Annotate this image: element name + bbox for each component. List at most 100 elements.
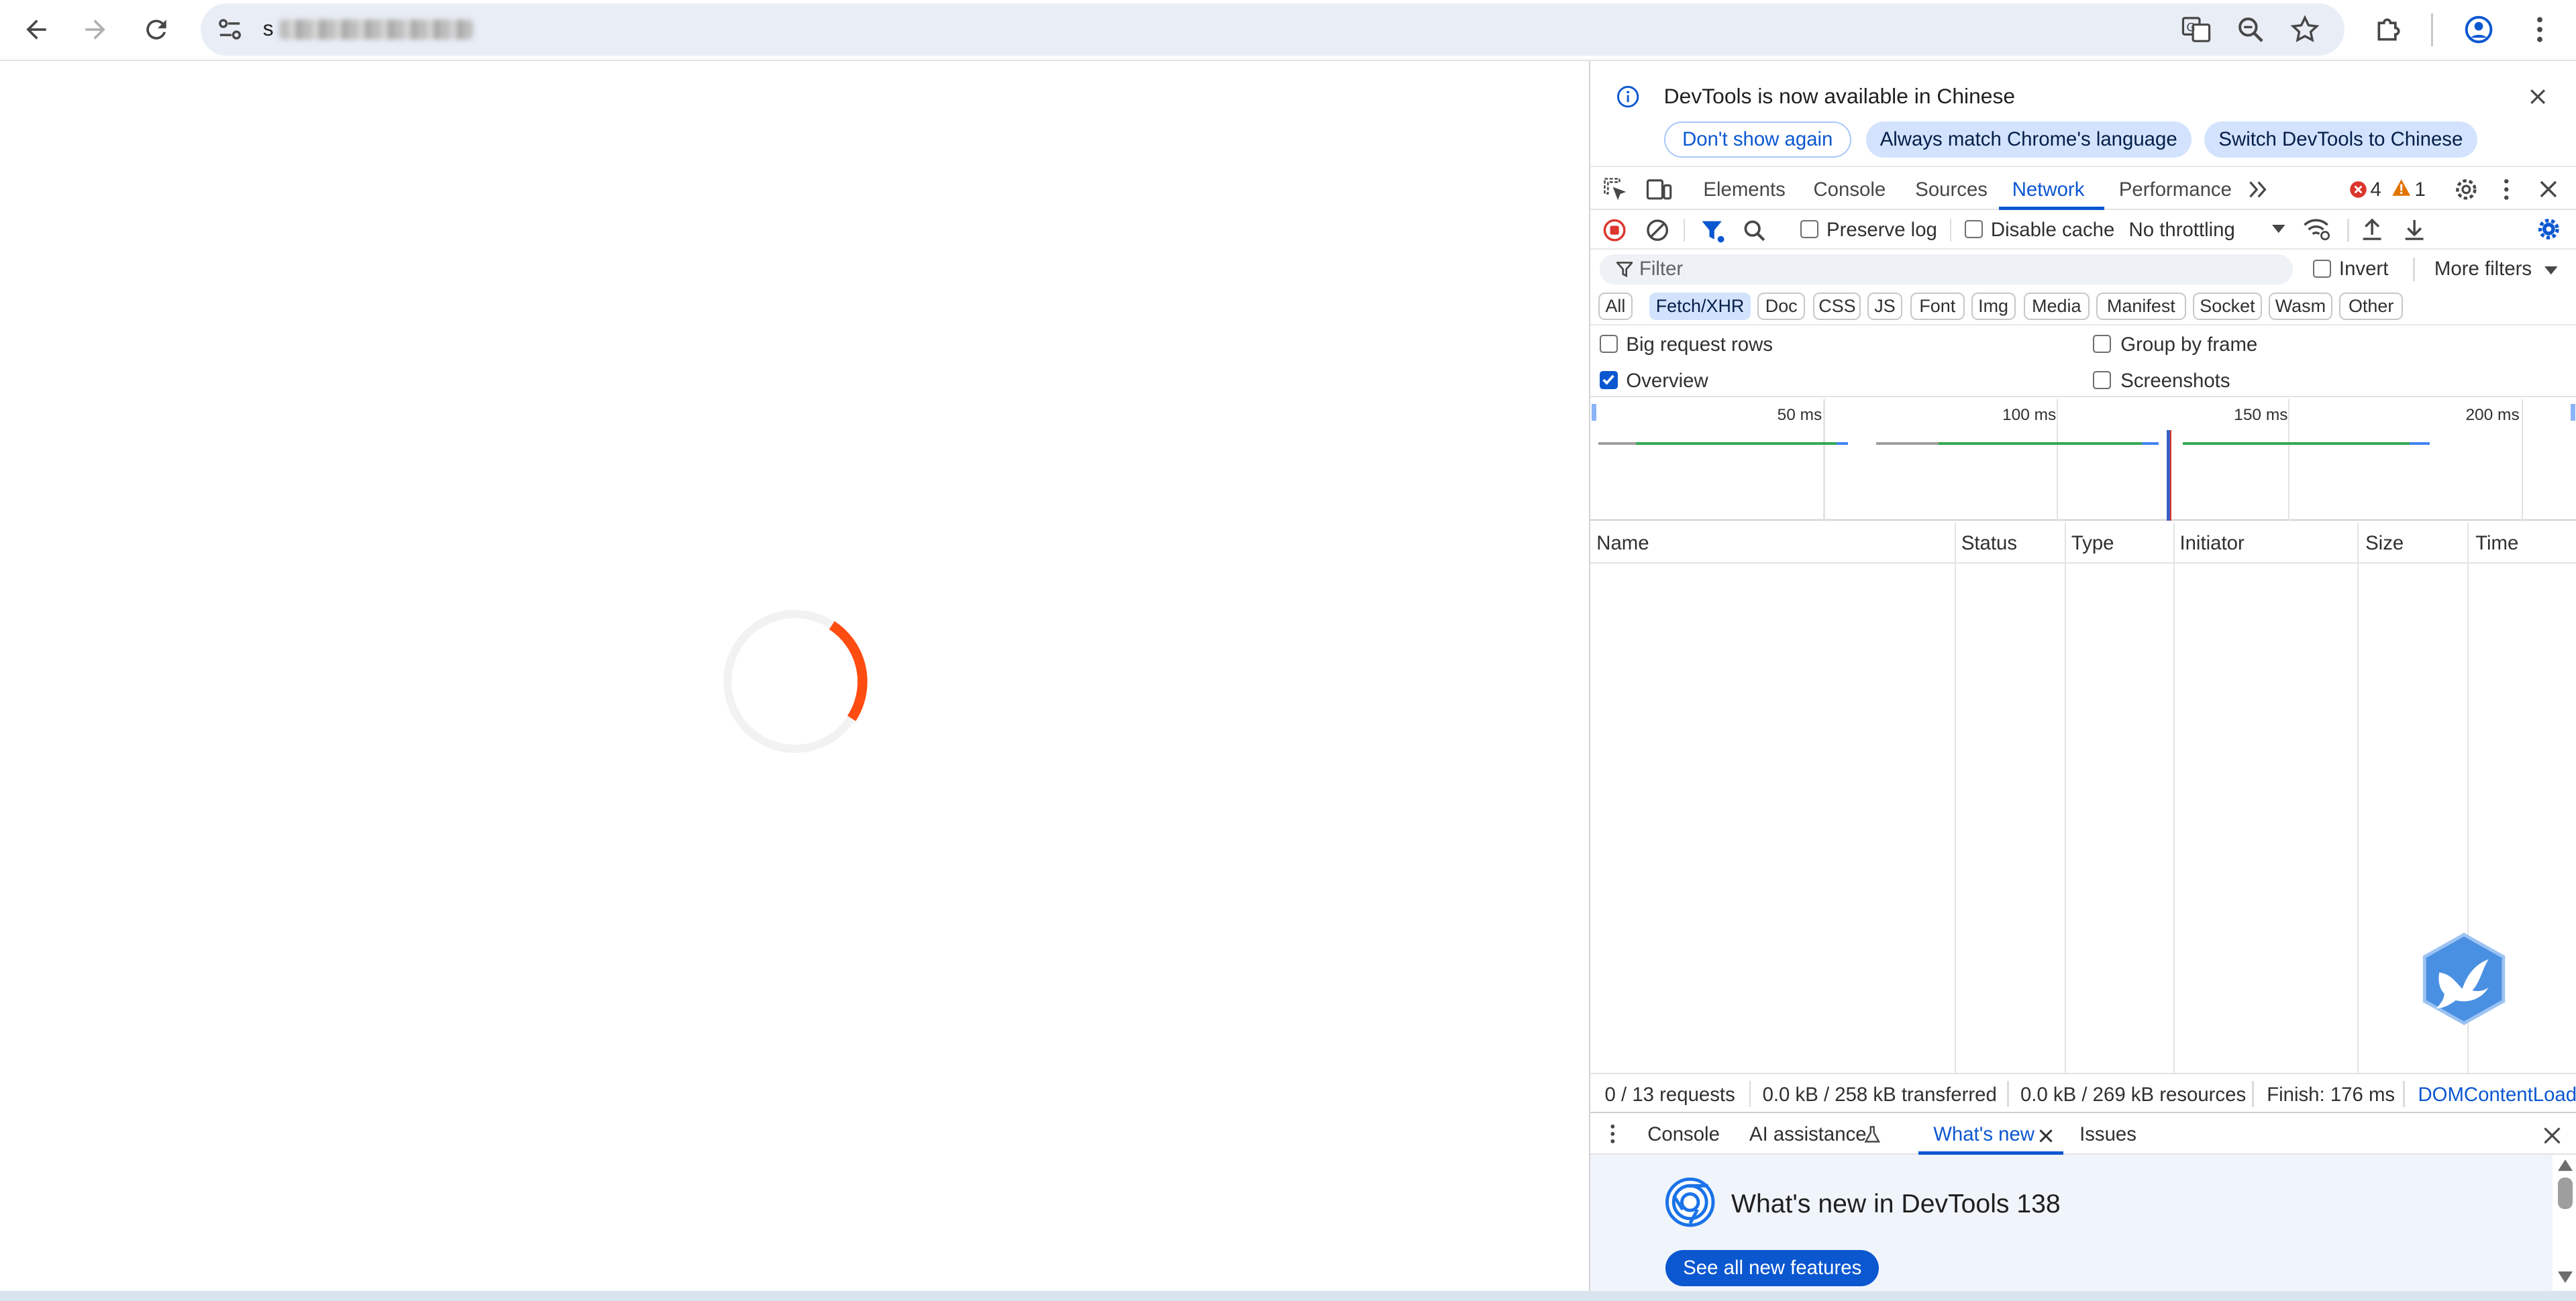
resources-size: 0.0 kB / 269 kB resources [2020, 1084, 2247, 1106]
drawer-scrollbar[interactable] [2553, 1155, 2576, 1292]
network-conditions-icon[interactable] [2303, 217, 2331, 242]
drawer-tab-ai-assistance[interactable]: AI assistance [1749, 1123, 1867, 1146]
tab-network[interactable]: Network [2012, 178, 2085, 201]
scroll-down-icon[interactable] [2557, 1271, 2573, 1284]
overview-tick-label: 150 ms [2234, 405, 2288, 424]
type-css[interactable]: CSS [1813, 292, 1861, 321]
type-other[interactable]: Other [2338, 292, 2404, 321]
type-font[interactable]: Font [1910, 292, 1965, 321]
group-by-frame-label[interactable]: Group by frame [2120, 333, 2257, 356]
extensions-icon[interactable] [2374, 15, 2404, 44]
type-js[interactable]: JS [1867, 292, 1902, 321]
column-type[interactable]: Type [2071, 532, 2114, 555]
filter-placeholder[interactable]: Filter [1639, 258, 1683, 280]
warning-icon[interactable] [2391, 178, 2411, 197]
close-icon[interactable] [2526, 85, 2549, 108]
customize-menu-icon[interactable] [2498, 177, 2514, 202]
column-name[interactable]: Name [1596, 532, 1649, 555]
network-overview[interactable]: 50 ms 100 ms 150 ms 200 ms [1590, 399, 2576, 521]
floating-bird-extension-icon[interactable] [2420, 931, 2508, 1027]
bookmark-star-icon[interactable] [2290, 15, 2320, 44]
column-time[interactable]: Time [2475, 532, 2518, 555]
filter-input[interactable] [1600, 254, 2294, 284]
big-request-rows-checkbox[interactable] [1600, 335, 1618, 354]
screenshots-checkbox[interactable] [2092, 371, 2111, 390]
search-icon[interactable] [1743, 219, 1765, 242]
type-img[interactable]: Img [1971, 292, 2016, 321]
scroll-thumb[interactable] [2557, 1178, 2573, 1209]
type-wasm[interactable]: Wasm [2268, 292, 2333, 321]
column-status[interactable]: Status [1961, 532, 2017, 555]
error-icon[interactable] [2349, 180, 2367, 199]
column-divider[interactable] [2173, 522, 2175, 1073]
type-doc[interactable]: Doc [1757, 292, 1806, 321]
close-drawer-icon[interactable] [2543, 1127, 2561, 1145]
dont-show-again-button[interactable]: Don't show again [1663, 121, 1851, 158]
switch-to-chinese-button[interactable]: Switch DevTools to Chinese [2204, 121, 2477, 158]
warning-count[interactable]: 1 [2415, 178, 2426, 201]
tab-elements[interactable]: Elements [1703, 178, 1785, 201]
chrome-menu-icon[interactable] [2525, 15, 2555, 44]
overview-right-handle[interactable] [2571, 404, 2576, 421]
reload-icon[interactable] [136, 10, 176, 50]
translate-icon[interactable]: G [2181, 15, 2211, 44]
url-text[interactable]: s [263, 16, 274, 41]
drawer-menu-icon[interactable] [1608, 1123, 1618, 1145]
type-media[interactable]: Media [2023, 292, 2090, 321]
drawer-tab-issues[interactable]: Issues [2079, 1123, 2136, 1146]
invert-checkbox[interactable] [2312, 259, 2331, 278]
tab-sources[interactable]: Sources [1915, 178, 1988, 201]
chevron-down-icon[interactable] [2271, 225, 2285, 235]
screenshots-label[interactable]: Screenshots [2120, 370, 2230, 393]
column-divider[interactable] [1955, 522, 1957, 1073]
column-divider[interactable] [2357, 522, 2359, 1073]
disable-cache-checkbox[interactable] [1964, 220, 1983, 238]
drawer-tab-console[interactable]: Console [1647, 1123, 1720, 1146]
scroll-up-icon[interactable] [2557, 1159, 2573, 1172]
overview-label[interactable]: Overview [1626, 370, 1708, 393]
browser-toolbar: s G [0, 0, 2576, 61]
type-fetch-xhr[interactable]: Fetch/XHR [1649, 292, 1751, 321]
more-tabs-icon[interactable] [2249, 180, 2268, 199]
column-divider[interactable] [2065, 522, 2067, 1073]
preserve-log-label[interactable]: Preserve log [1826, 219, 1937, 242]
error-count[interactable]: 4 [2370, 178, 2381, 201]
group-by-frame-checkbox[interactable] [2092, 335, 2111, 354]
inspect-element-icon[interactable] [1603, 177, 1628, 202]
profile-icon[interactable] [2464, 15, 2493, 44]
disable-cache-label[interactable]: Disable cache [1991, 219, 2114, 242]
preserve-log-checkbox[interactable] [1800, 220, 1818, 238]
more-filters-dropdown[interactable]: More filters [2434, 258, 2532, 280]
invert-label[interactable]: Invert [2339, 258, 2388, 280]
overview-checkbox[interactable] [1600, 371, 1618, 390]
close-devtools-icon[interactable] [2538, 178, 2559, 200]
type-socket[interactable]: Socket [2193, 292, 2262, 321]
type-all[interactable]: All [1598, 292, 1633, 321]
overview-left-handle[interactable] [1591, 404, 1597, 421]
clear-icon[interactable] [1646, 219, 1669, 242]
see-all-features-button[interactable]: See all new features [1665, 1250, 1879, 1286]
device-toolbar-icon[interactable] [1646, 177, 1672, 202]
export-har-icon[interactable] [2403, 217, 2426, 242]
tab-console[interactable]: Console [1813, 178, 1886, 201]
type-manifest[interactable]: Manifest [2096, 292, 2187, 321]
close-tab-icon[interactable] [2039, 1129, 2053, 1143]
tab-performance[interactable]: Performance [2119, 178, 2232, 201]
address-bar[interactable]: s G [200, 3, 2345, 56]
site-settings-icon[interactable] [217, 16, 243, 42]
settings-gear-icon[interactable] [2454, 177, 2479, 202]
forward-icon[interactable] [76, 10, 115, 50]
zoom-icon[interactable] [2236, 15, 2265, 44]
drawer-tab-whats-new[interactable]: What's new [1933, 1123, 2034, 1146]
always-match-language-button[interactable]: Always match Chrome's language [1865, 121, 2192, 158]
back-icon[interactable] [16, 10, 56, 50]
import-har-icon[interactable] [2361, 217, 2383, 242]
big-request-rows-label[interactable]: Big request rows [1626, 333, 1773, 356]
column-size[interactable]: Size [2365, 532, 2404, 555]
column-initiator[interactable]: Initiator [2179, 532, 2244, 555]
throttling-select[interactable]: No throttling [2129, 219, 2235, 242]
network-settings-gear-icon[interactable] [2536, 217, 2561, 242]
more-filters-chevron-icon[interactable] [2544, 266, 2558, 276]
filter-toggle-icon[interactable] [1700, 219, 1725, 244]
record-stop-icon[interactable] [1603, 219, 1626, 242]
